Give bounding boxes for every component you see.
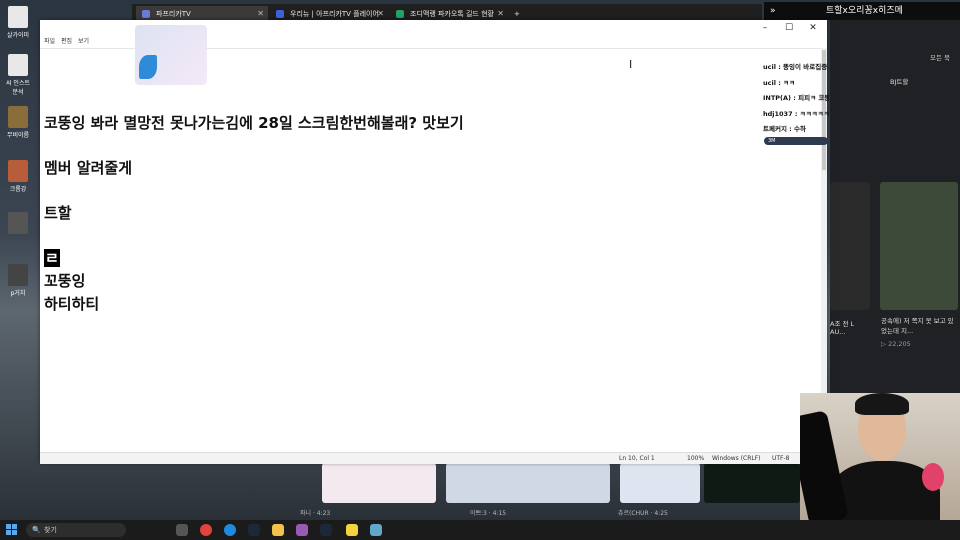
encoding: UTF-8 bbox=[772, 455, 790, 462]
windows-start-icon[interactable] bbox=[6, 524, 18, 536]
notepad-statusbar: Ln 10, Col 1 100% Windows (CRLF) UTF-8 bbox=[40, 452, 827, 464]
text-line: 트할 bbox=[44, 204, 72, 222]
video-caption[interactable]: 공속에) 저 쪽지 못 보고 있었는데 지... bbox=[881, 316, 957, 336]
text-line: 꼬뚱잉 bbox=[44, 272, 86, 290]
view-count: ▷ 22,205 bbox=[881, 340, 911, 348]
video-thumbnail[interactable] bbox=[830, 182, 870, 310]
chat-message: ucil : ㅋㅋ bbox=[763, 78, 796, 87]
streamer-name[interactable]: BJ트할 bbox=[890, 76, 908, 86]
kakaotalk-icon[interactable] bbox=[346, 524, 358, 536]
minimize-icon[interactable]: – bbox=[753, 20, 777, 36]
chat-message: ucil : 뚱잉이 바로집중 bbox=[763, 63, 828, 71]
text-cursor-icon: I bbox=[629, 58, 633, 71]
video-label[interactable]: 츄르(CHUR · 4:25 bbox=[618, 508, 668, 517]
close-icon[interactable]: ✕ bbox=[801, 20, 825, 36]
notepad-window: – ☐ ✕ 파일 편집 보기 코뚱잉 봐라 멸망전 못나가는김에 28일 스크림… bbox=[40, 20, 827, 464]
character-image bbox=[135, 25, 207, 85]
maximize-icon[interactable]: ☐ bbox=[777, 20, 801, 36]
cursor-position: Ln 10, Col 1 bbox=[619, 455, 655, 462]
steam-icon[interactable] bbox=[248, 524, 260, 536]
webcam-feed bbox=[800, 393, 960, 520]
video-thumbnail[interactable] bbox=[880, 182, 958, 310]
desktop-icon[interactable]: 살가이미 bbox=[4, 6, 32, 39]
video-thumbnail[interactable] bbox=[446, 463, 610, 503]
task-view-icon[interactable] bbox=[176, 524, 188, 536]
double-chevron-icon[interactable]: » bbox=[770, 2, 776, 20]
line-ending: Windows (CRLF) bbox=[712, 455, 761, 462]
video-label[interactable]: 이쁘:3 · 4:15 bbox=[470, 508, 506, 517]
notepad-text-area[interactable]: 코뚱잉 봐라 멸망전 못나가는김에 28일 스크림한번해볼래? 맛보기 멤버 알… bbox=[44, 112, 464, 316]
desktop-icon[interactable]: 씨 인스트 분석 bbox=[4, 54, 32, 96]
desktop-icon[interactable]: 무비이름 bbox=[4, 106, 32, 139]
chat-message: INTP(A) : 피피ㅋ 코뚱잉님이면 피지컬 길드네 bbox=[763, 94, 829, 102]
tab-favicon bbox=[396, 10, 404, 18]
microphone-icon bbox=[800, 410, 849, 520]
notepad-icon[interactable] bbox=[370, 524, 382, 536]
stream-title-bar: » 트할x오리꽁x히즈메 bbox=[764, 2, 960, 20]
search-icon: 🔍 bbox=[32, 526, 41, 534]
menu-file[interactable]: 파일 bbox=[44, 38, 55, 45]
app-icon[interactable] bbox=[296, 524, 308, 536]
video-thumbnail[interactable] bbox=[620, 463, 700, 503]
chat-overlay: ucil : 뚱잉이 바로집중 ucil : ㅋㅋ INTP(A) : 피피ㅋ … bbox=[763, 60, 829, 138]
stream-title: 트할x오리꽁x히즈메 bbox=[826, 6, 903, 16]
desktop-icon[interactable]: 크롬강 bbox=[4, 160, 32, 193]
video-caption[interactable]: A조 전 L AU... bbox=[830, 318, 870, 336]
desktop-icon[interactable] bbox=[4, 212, 32, 236]
chrome-icon[interactable] bbox=[200, 524, 212, 536]
chat-progress-bar: 3M bbox=[764, 137, 828, 145]
video-thumbnail[interactable] bbox=[704, 463, 800, 503]
menu-edit[interactable]: 편집 bbox=[61, 38, 72, 45]
bookmark-label[interactable]: 모든 북 bbox=[930, 52, 950, 62]
taskbar-search[interactable]: 🔍 찾기 bbox=[26, 523, 126, 537]
text-line: 코뚱잉 봐라 멸망전 못나가는김에 28일 스크림한번해볼래? 맛보기 bbox=[44, 114, 464, 132]
selected-text: ㄹ bbox=[44, 249, 60, 267]
folder-icon[interactable] bbox=[272, 524, 284, 536]
tab-favicon bbox=[276, 10, 284, 18]
edge-icon[interactable] bbox=[224, 524, 236, 536]
zoom-level: 100% bbox=[687, 455, 705, 462]
video-label[interactable]: 파니 · 4:23 bbox=[300, 508, 330, 517]
text-line: 하티하티 bbox=[44, 295, 100, 313]
chat-message: hdj1037 : ㅋㅋㅋㅋㅋㅋ bbox=[763, 109, 829, 118]
taskbar: 🔍 찾기 bbox=[0, 520, 960, 540]
chat-message: 트페커지 : 수하 bbox=[763, 125, 807, 133]
desktop-icon[interactable]: p거치 bbox=[4, 264, 32, 297]
text-line: 멤버 알려줄게 bbox=[44, 159, 133, 177]
video-thumbnail[interactable] bbox=[322, 463, 436, 503]
steam-icon[interactable] bbox=[320, 524, 332, 536]
tab-favicon bbox=[142, 10, 150, 18]
menu-view[interactable]: 보기 bbox=[78, 38, 89, 45]
